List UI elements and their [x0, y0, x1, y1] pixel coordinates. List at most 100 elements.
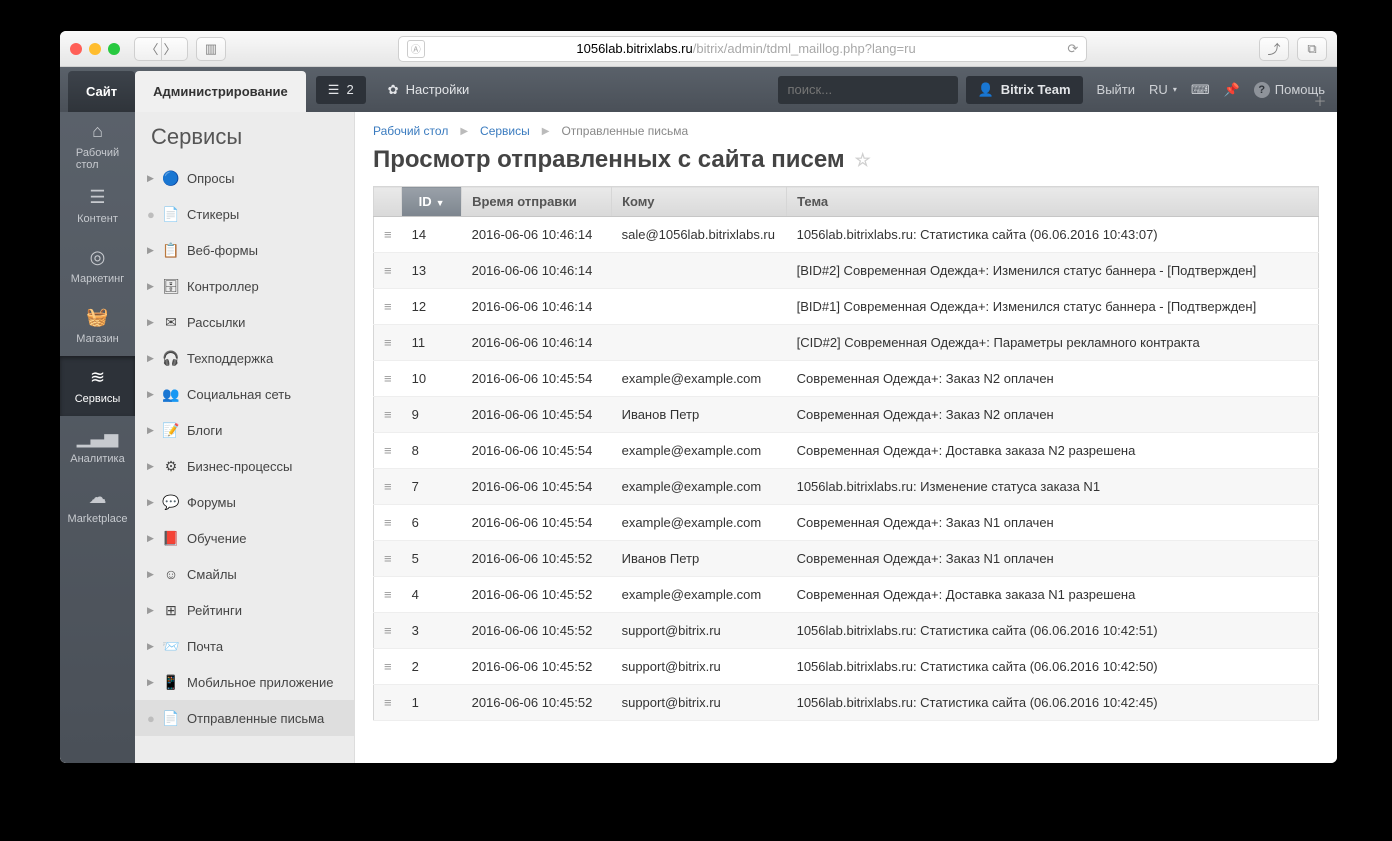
row-menu-icon[interactable]: ≡ — [384, 659, 392, 674]
breadcrumb: Рабочий стол▶Сервисы▶Отправленные письма — [373, 124, 1319, 138]
share-button[interactable]: ⤴ — [1259, 37, 1289, 61]
nav-marketplace[interactable]: ☁Marketplace — [60, 476, 135, 536]
row-menu-icon[interactable]: ≡ — [384, 371, 392, 386]
chevron-right-icon: ▶ — [147, 173, 155, 184]
nav-маркетинг[interactable]: ◎Маркетинг — [60, 236, 135, 296]
chevron-right-icon: ▶ — [147, 569, 155, 580]
subnav-item[interactable]: ▶⊞Рейтинги — [135, 592, 354, 628]
col-subject[interactable]: Тема — [787, 187, 1319, 217]
lang-switch[interactable]: RU▾ — [1149, 82, 1177, 97]
cell-id: 8 — [402, 433, 462, 469]
tab-administration[interactable]: Администрирование — [135, 71, 306, 112]
subnav-item[interactable]: ●📄Стикеры — [135, 196, 354, 232]
subnav-item[interactable]: ▶🔵Опросы — [135, 160, 354, 196]
minimize-icon[interactable] — [89, 43, 101, 55]
subnav-item[interactable]: ▶📱Мобильное приложение — [135, 664, 354, 700]
tab-site[interactable]: Сайт — [68, 71, 135, 112]
subnav-item[interactable]: ▶🎧Техподдержка — [135, 340, 354, 376]
row-menu-icon[interactable]: ≡ — [384, 587, 392, 602]
col-to[interactable]: Кому — [612, 187, 787, 217]
nav-back-forward[interactable]: 〈 〉 — [134, 37, 188, 61]
url-text: 1056lab.bitrixlabs.ru/bitrix/admin/tdml_… — [433, 41, 1060, 56]
tabs-icon: ⧉ — [1307, 41, 1316, 57]
nav-сервисы[interactable]: ≋Сервисы — [60, 356, 135, 416]
row-menu-icon[interactable]: ≡ — [384, 479, 392, 494]
table-row[interactable]: ≡ 4 2016-06-06 10:45:52 example@example.… — [374, 577, 1319, 613]
table-row[interactable]: ≡ 2 2016-06-06 10:45:52 support@bitrix.r… — [374, 649, 1319, 685]
chevron-right-icon: ▶ — [147, 425, 155, 436]
subnav-item[interactable]: ▶☺Смайлы — [135, 556, 354, 592]
table-row[interactable]: ≡ 3 2016-06-06 10:45:52 support@bitrix.r… — [374, 613, 1319, 649]
row-menu-icon[interactable]: ≡ — [384, 623, 392, 638]
subnav-item[interactable]: ▶⚙Бизнес-процессы — [135, 448, 354, 484]
table-row[interactable]: ≡ 14 2016-06-06 10:46:14 sale@1056lab.bi… — [374, 217, 1319, 253]
chevron-right-icon: ▶ — [147, 497, 155, 508]
zoom-icon[interactable] — [108, 43, 120, 55]
table-row[interactable]: ≡ 13 2016-06-06 10:46:14 [BID#2] Совреме… — [374, 253, 1319, 289]
search-box[interactable]: 🔍 — [778, 76, 958, 104]
tabs-button[interactable]: ⧉ — [1297, 37, 1327, 61]
nav-контент[interactable]: ☰Контент — [60, 176, 135, 236]
subnav-item[interactable]: ▶📕Обучение — [135, 520, 354, 556]
subnav-item[interactable]: ▶✉Рассылки — [135, 304, 354, 340]
table-row[interactable]: ≡ 9 2016-06-06 10:45:54 Иванов Петр Совр… — [374, 397, 1319, 433]
subnav-item[interactable]: ▶📝Блоги — [135, 412, 354, 448]
new-tab-button[interactable]: ＋ — [1309, 89, 1331, 111]
row-menu-icon[interactable]: ≡ — [384, 443, 392, 458]
col-id[interactable]: ID▼ — [402, 187, 462, 217]
reload-icon[interactable]: ⟳ — [1067, 41, 1078, 57]
nav-label: Рабочийстол — [76, 147, 119, 171]
row-menu-icon[interactable]: ≡ — [384, 695, 392, 710]
subnav-item[interactable]: ▶💬Форумы — [135, 484, 354, 520]
nav-icon: ≋ — [90, 367, 105, 388]
subnav-item[interactable]: ▶📋Веб-формы — [135, 232, 354, 268]
breadcrumb-link[interactable]: Рабочий стол — [373, 124, 448, 138]
table-row[interactable]: ≡ 5 2016-06-06 10:45:52 Иванов Петр Совр… — [374, 541, 1319, 577]
pin-icon[interactable]: 📌 — [1224, 82, 1240, 98]
close-icon[interactable] — [70, 43, 82, 55]
keyboard-icon[interactable]: ⌨ — [1191, 82, 1210, 98]
breadcrumb-link[interactable]: Сервисы — [480, 124, 530, 138]
row-menu-icon[interactable]: ≡ — [384, 407, 392, 422]
subnav-item[interactable]: ●📄Отправленные письма — [135, 700, 354, 736]
subnav-icon: 📋 — [163, 242, 179, 258]
subnav-item[interactable]: ▶🗄Контроллер — [135, 268, 354, 304]
user-label: Bitrix Team — [1001, 82, 1071, 97]
chevron-right-icon: ▶ — [147, 245, 155, 256]
subnav-item[interactable]: ▶👥Социальная сеть — [135, 376, 354, 412]
cell-id: 4 — [402, 577, 462, 613]
row-menu-icon[interactable]: ≡ — [384, 551, 392, 566]
subnav-item[interactable]: ▶📨Почта — [135, 628, 354, 664]
favorite-icon[interactable]: ☆ — [855, 150, 871, 171]
logout-link[interactable]: Выйти — [1097, 82, 1136, 97]
col-menu — [374, 187, 402, 217]
row-menu-icon[interactable]: ≡ — [384, 515, 392, 530]
cell-subject: Современная Одежда+: Доставка заказа N2 … — [787, 433, 1319, 469]
row-menu-icon[interactable]: ≡ — [384, 227, 392, 242]
nav-магазин[interactable]: 🧺Магазин — [60, 296, 135, 356]
table-row[interactable]: ≡ 11 2016-06-06 10:46:14 [CID#2] Совреме… — [374, 325, 1319, 361]
user-menu[interactable]: 👤 Bitrix Team — [966, 76, 1083, 104]
table-row[interactable]: ≡ 8 2016-06-06 10:45:54 example@example.… — [374, 433, 1319, 469]
row-menu-icon[interactable]: ≡ — [384, 263, 392, 278]
nav-аналитика[interactable]: ▁▃▅Аналитика — [60, 416, 135, 476]
search-input[interactable] — [786, 81, 966, 98]
row-menu-icon[interactable]: ≡ — [384, 335, 392, 350]
cell-subject: 1056lab.bitrixlabs.ru: Статистика сайта … — [787, 649, 1319, 685]
address-bar[interactable]: Ⓐ 1056lab.bitrixlabs.ru/bitrix/admin/tdm… — [398, 36, 1088, 62]
col-sent[interactable]: Время отправки — [462, 187, 612, 217]
table-row[interactable]: ≡ 12 2016-06-06 10:46:14 [BID#1] Совреме… — [374, 289, 1319, 325]
settings-link[interactable]: ✿ Настройки — [376, 76, 482, 104]
chevron-right-icon: 〉 — [164, 39, 177, 58]
table-row[interactable]: ≡ 6 2016-06-06 10:45:54 example@example.… — [374, 505, 1319, 541]
table-row[interactable]: ≡ 1 2016-06-06 10:45:52 support@bitrix.r… — [374, 685, 1319, 721]
notifications[interactable]: ☰ 2 — [316, 76, 366, 104]
cell-to — [612, 289, 787, 325]
row-menu-icon[interactable]: ≡ — [384, 299, 392, 314]
cell-sent: 2016-06-06 10:46:14 — [462, 217, 612, 253]
cell-id: 7 — [402, 469, 462, 505]
table-row[interactable]: ≡ 10 2016-06-06 10:45:54 example@example… — [374, 361, 1319, 397]
sidebar-toggle[interactable]: ▥ — [196, 37, 226, 61]
nav-рабочий стол[interactable]: ⌂Рабочийстол — [60, 116, 135, 176]
table-row[interactable]: ≡ 7 2016-06-06 10:45:54 example@example.… — [374, 469, 1319, 505]
